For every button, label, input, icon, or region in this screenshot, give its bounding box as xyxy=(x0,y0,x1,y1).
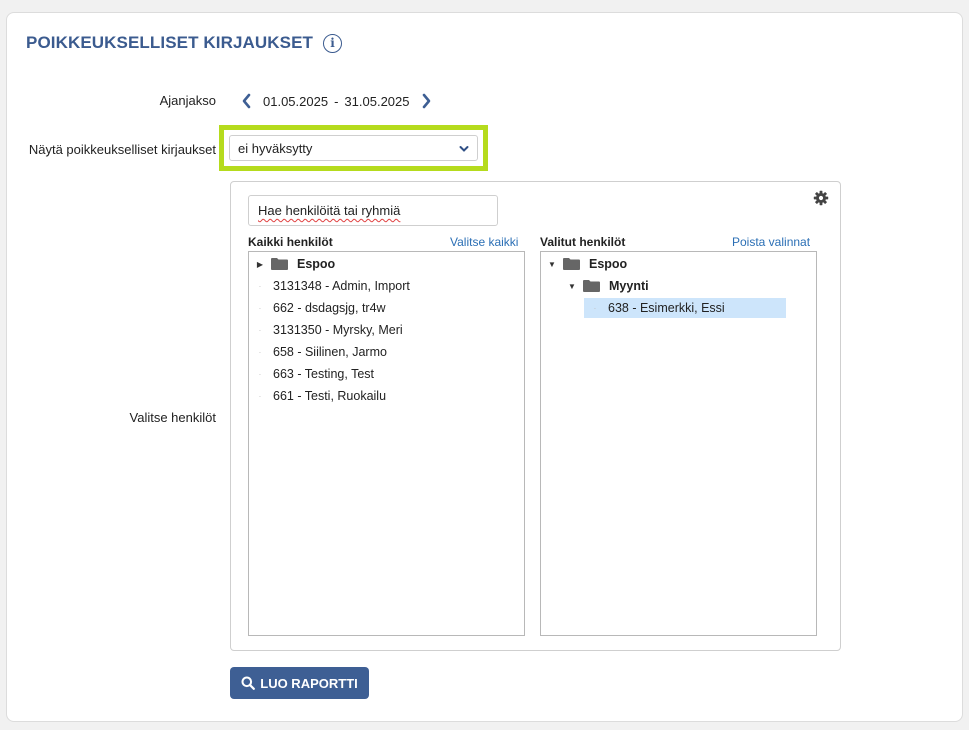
person-label: 3131350 - Myrsky, Meri xyxy=(273,323,403,337)
period-label: Ajanjakso xyxy=(159,93,216,108)
list-item[interactable]: · 663 - Testing, Test xyxy=(255,364,374,384)
person-label: 658 - Siilinen, Jarmo xyxy=(273,345,387,359)
chevron-left-icon[interactable] xyxy=(235,90,257,112)
folder-icon xyxy=(583,280,600,292)
persons-panel: Hae henkilöitä tai ryhmiä Kaikki henkilö… xyxy=(230,181,841,651)
leaf-dot-icon: · xyxy=(258,281,262,291)
info-icon[interactable]: i xyxy=(323,33,343,53)
person-label: 662 - dsdagsjg, tr4w xyxy=(273,301,386,315)
period-end: 31.05.2025 xyxy=(344,93,410,109)
tree-node-espoo[interactable]: ▶ Espoo xyxy=(255,254,335,274)
person-label: 661 - Testi, Ruokailu xyxy=(273,389,387,403)
caret-right-icon[interactable]: ▶ xyxy=(255,260,265,269)
person-label: 3131348 - Admin, Import xyxy=(273,279,410,293)
list-item[interactable]: · 3131350 - Myrsky, Meri xyxy=(255,320,403,340)
list-item[interactable]: · 661 - Testi, Ruokailu xyxy=(255,386,386,406)
tree-node-label: Myynti xyxy=(609,279,649,293)
gear-icon[interactable] xyxy=(813,190,831,208)
list-item[interactable]: · 662 - dsdagsjg, tr4w xyxy=(255,298,386,318)
page-title: POIKKEUKSELLISET KIRJAUKSET xyxy=(26,33,314,52)
filter-highlight: ei hyväksytty xyxy=(219,125,488,171)
leaf-dot-icon: · xyxy=(258,303,262,313)
period-start: 01.05.2025 xyxy=(263,93,329,109)
list-item[interactable]: · 638 - Esimerkki, Essi xyxy=(584,298,786,318)
person-label: 638 - Esimerkki, Essi xyxy=(608,301,725,315)
leaf-dot-icon: · xyxy=(258,369,262,379)
persons-label: Valitse henkilöt xyxy=(129,410,216,425)
folder-icon xyxy=(271,258,288,270)
select-all-link[interactable]: Valitse kaikki xyxy=(450,235,518,249)
search-icon xyxy=(241,676,256,690)
selected-persons-tree: ▼ Espoo ▼ Myynti · 638 - Esimerkki, Essi xyxy=(540,251,817,636)
period-separator: - xyxy=(334,93,339,109)
caret-down-icon[interactable]: ▼ xyxy=(567,282,577,291)
all-persons-tree: ▶ Espoo · 3131348 - Admin, Import · 662 … xyxy=(248,251,525,636)
filter-label: Näytä poikkeukselliset kirjaukset xyxy=(28,142,216,157)
list-item[interactable]: · 3131348 - Admin, Import xyxy=(255,276,410,296)
header: POIKKEUKSELLISET KIRJAUKSET i xyxy=(26,33,343,53)
filter-select[interactable]: ei hyväksytty xyxy=(229,135,478,161)
leaf-dot-icon: · xyxy=(258,325,262,335)
report-card: POIKKEUKSELLISET KIRJAUKSET i Ajanjakso … xyxy=(6,12,963,722)
search-placeholder: Hae henkilöitä tai ryhmiä xyxy=(258,203,401,218)
chevron-right-icon[interactable] xyxy=(416,90,438,112)
tree-node-espoo[interactable]: ▼ Espoo xyxy=(547,254,627,274)
list-item[interactable]: · 658 - Siilinen, Jarmo xyxy=(255,342,387,362)
search-input[interactable]: Hae henkilöitä tai ryhmiä xyxy=(248,195,498,226)
filter-select-value: ei hyväksytty xyxy=(238,140,313,156)
tree-node-myynti[interactable]: ▼ Myynti xyxy=(567,276,649,296)
period-selector: 01.05.2025 - 31.05.2025 xyxy=(235,90,438,112)
caret-down-icon[interactable]: ▼ xyxy=(547,260,557,269)
person-label: 663 - Testing, Test xyxy=(273,367,374,381)
chevron-down-icon xyxy=(459,141,469,156)
tree-node-label: Espoo xyxy=(589,257,628,271)
create-report-label: LUO RAPORTTI xyxy=(260,675,358,691)
clear-selection-link[interactable]: Poista valinnat xyxy=(732,235,810,249)
selected-persons-header: Valitut henkilöt xyxy=(540,235,626,249)
folder-icon xyxy=(563,258,580,270)
leaf-dot-icon: · xyxy=(593,303,597,313)
leaf-dot-icon: · xyxy=(258,391,262,401)
leaf-dot-icon: · xyxy=(258,347,262,357)
tree-node-label: Espoo xyxy=(297,257,336,271)
all-persons-header: Kaikki henkilöt xyxy=(248,235,333,249)
create-report-button[interactable]: LUO RAPORTTI xyxy=(230,667,369,699)
